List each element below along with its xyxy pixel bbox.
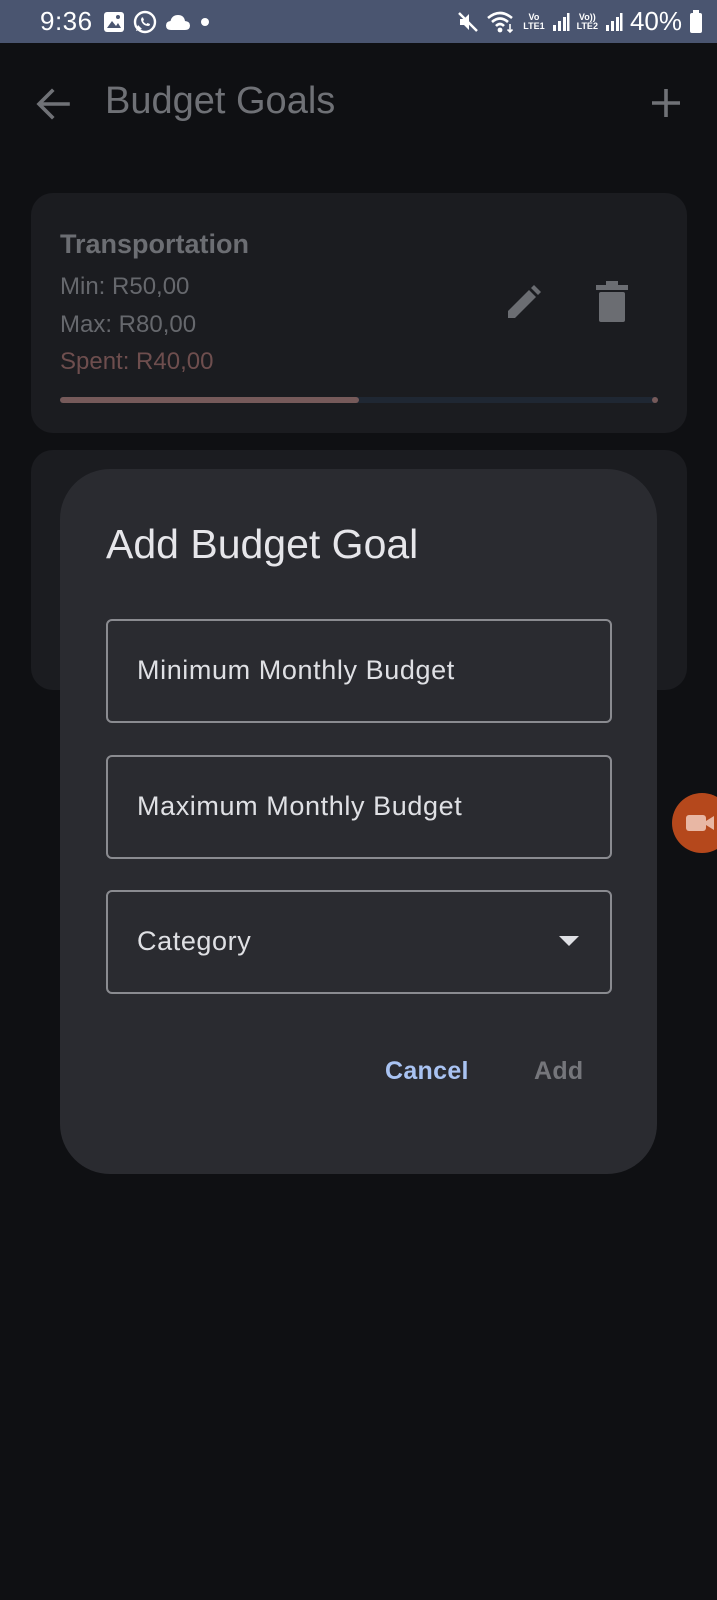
back-arrow-icon[interactable]	[34, 85, 72, 123]
goal-category: Transportation	[60, 229, 250, 259]
wifi-icon	[487, 11, 514, 33]
whatsapp-icon	[133, 10, 156, 33]
sim2-label: Vo)) LTE2	[576, 11, 598, 31]
sim1-label: Vo LTE1	[523, 11, 545, 31]
gallery-icon	[103, 11, 124, 32]
minimum-budget-input[interactable]: Minimum Monthly Budget	[106, 619, 612, 723]
goal-max: Max: R80,00	[60, 311, 197, 338]
add-icon[interactable]	[648, 85, 684, 121]
battery-percent: 40%	[629, 6, 682, 36]
notification-icons	[103, 10, 211, 34]
cloud-icon	[165, 14, 190, 30]
dropdown-arrow-icon	[559, 936, 579, 946]
progress-fill	[60, 397, 359, 403]
status-time: 9:36	[40, 6, 93, 36]
more-notifications-icon	[200, 17, 209, 26]
status-bar: 9:36 Vo LTE1 Vo)) LTE2 40%	[0, 0, 717, 43]
signal-sim2-icon	[605, 12, 623, 31]
page-title: Budget Goals	[105, 80, 336, 122]
spent-progress-bar	[60, 397, 658, 403]
system-icons: Vo LTE1 Vo)) LTE2 40%	[457, 6, 703, 37]
dialog-title: Add Budget Goal	[106, 521, 419, 567]
video-camera-icon	[686, 815, 714, 831]
goal-spent: Spent: R40,00	[60, 348, 214, 375]
screen-record-button[interactable]	[672, 793, 717, 853]
maximum-budget-label: Maximum Monthly Budget	[137, 791, 463, 821]
category-dropdown[interactable]: Category	[106, 890, 612, 994]
delete-trash-icon[interactable]	[593, 281, 631, 323]
signal-sim1-icon	[552, 12, 570, 31]
add-budget-goal-dialog: Add Budget Goal Minimum Monthly Budget M…	[60, 469, 657, 1174]
maximum-budget-input[interactable]: Maximum Monthly Budget	[106, 755, 612, 859]
cancel-button[interactable]: Cancel	[385, 1057, 469, 1086]
add-button[interactable]: Add	[534, 1057, 584, 1086]
mute-icon	[458, 11, 479, 32]
progress-end-marker	[652, 397, 658, 403]
battery-icon	[690, 9, 702, 33]
minimum-budget-label: Minimum Monthly Budget	[137, 655, 455, 685]
category-label: Category	[137, 926, 252, 956]
goal-min: Min: R50,00	[60, 273, 190, 300]
edit-pencil-icon[interactable]	[503, 283, 543, 323]
budget-goal-card: Transportation Min: R50,00 Max: R80,00 S…	[31, 193, 687, 433]
